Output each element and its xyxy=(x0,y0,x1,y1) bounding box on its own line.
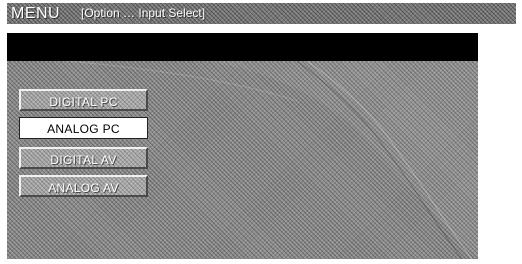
breadcrumb: [Option … Input Select] xyxy=(81,6,206,20)
input-option-label: DIGITAL PC xyxy=(49,95,118,109)
input-option-label: ANALOG PC xyxy=(47,122,120,136)
input-select-panel: DIGITAL PC ANALOG PC DIGITAL AV ANALOG A… xyxy=(7,61,478,259)
input-option-digital-pc[interactable]: DIGITAL PC xyxy=(19,89,148,111)
input-option-analog-pc[interactable]: ANALOG PC xyxy=(19,117,148,139)
menu-screen: MENU [Option … Input Select] DIGITAL PC xyxy=(0,0,522,264)
header-band xyxy=(7,33,478,61)
menu-title: MENU xyxy=(11,5,61,22)
input-option-label: DIGITAL AV xyxy=(50,153,117,167)
input-option-digital-av[interactable]: DIGITAL AV xyxy=(19,147,148,169)
input-option-label: ANALOG AV xyxy=(48,181,119,195)
input-option-analog-av[interactable]: ANALOG AV xyxy=(19,175,148,197)
title-bar: MENU [Option … Input Select] xyxy=(7,3,516,24)
